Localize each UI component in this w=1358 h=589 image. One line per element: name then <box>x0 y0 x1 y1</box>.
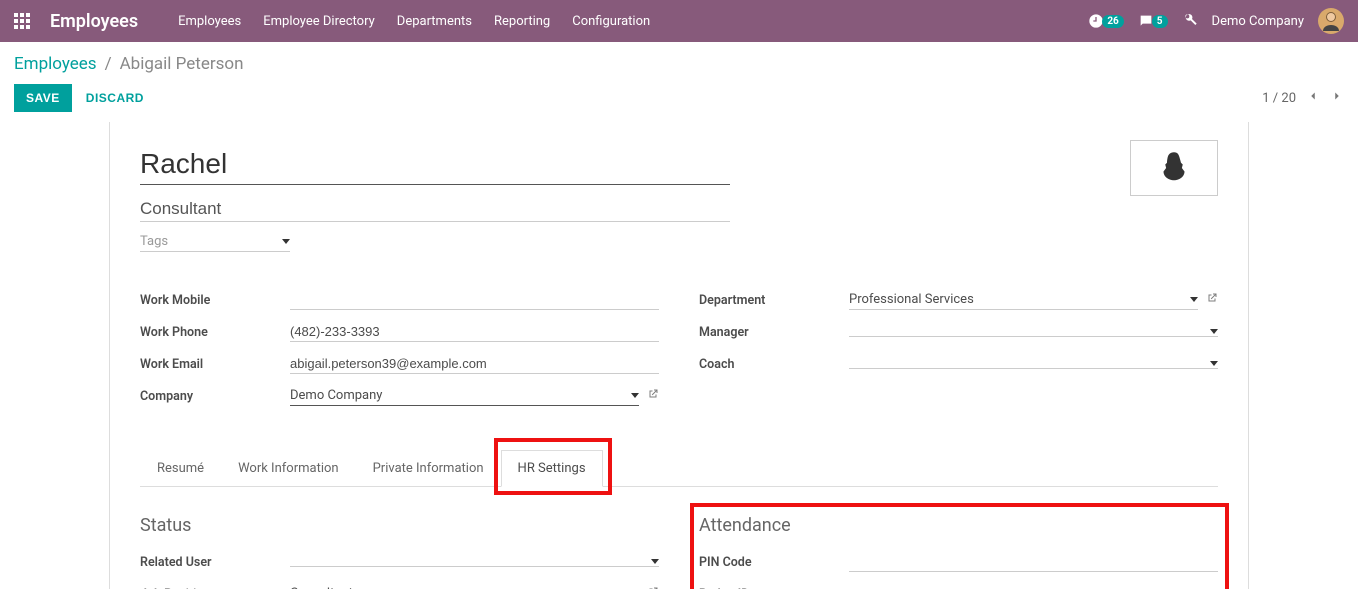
work-mobile-label: Work Mobile <box>140 293 290 308</box>
breadcrumb-current: Abigail Peterson <box>120 54 244 74</box>
menu-reporting[interactable]: Reporting <box>494 14 550 29</box>
menu-configuration[interactable]: Configuration <box>572 14 650 29</box>
messages-button[interactable]: 5 <box>1138 13 1168 29</box>
company-select[interactable]: Demo Company <box>290 386 639 406</box>
activity-badge: 26 <box>1102 15 1123 28</box>
coach-label: Coach <box>699 357 849 372</box>
pin-code-label: PIN Code <box>699 555 849 570</box>
status-heading: Status <box>140 515 659 536</box>
external-link-icon <box>1206 292 1218 304</box>
person-silhouette-icon <box>1153 147 1195 189</box>
tab-work-information[interactable]: Work Information <box>221 450 356 486</box>
right-column: Department Professional Services Manager <box>699 288 1218 416</box>
pager: 1 / 20 <box>1262 89 1344 107</box>
pager-text: 1 / 20 <box>1262 91 1296 106</box>
discard-button[interactable]: DISCARD <box>86 91 144 105</box>
caret-down-icon <box>631 393 639 398</box>
employee-name-input[interactable] <box>140 146 730 185</box>
user-avatar[interactable] <box>1318 8 1344 34</box>
pager-prev[interactable] <box>1306 89 1320 107</box>
department-label: Department <box>699 293 849 308</box>
company-label: Company <box>140 389 290 404</box>
dev-tools-button[interactable] <box>1182 11 1198 31</box>
main-viewport[interactable]: Employees / Abigail Peterson SAVE DISCAR… <box>0 42 1358 589</box>
left-column: Work Mobile Work Phone Work Email Compan… <box>140 288 659 416</box>
wrench-icon <box>1182 11 1198 27</box>
main-menu: Employees Employee Directory Departments… <box>178 14 650 29</box>
badge-id-input[interactable] <box>849 584 1156 589</box>
department-external-link[interactable] <box>1206 292 1218 308</box>
breadcrumb: Employees / Abigail Peterson <box>0 42 1358 78</box>
tags-select[interactable]: Tags <box>140 232 290 252</box>
pin-code-input[interactable] <box>849 552 1218 572</box>
menu-departments[interactable]: Departments <box>397 14 472 29</box>
external-link-icon <box>647 388 659 400</box>
work-phone-input[interactable] <box>290 322 659 342</box>
related-user-select[interactable] <box>290 557 659 567</box>
related-user-label: Related User <box>140 555 290 570</box>
job-position-select[interactable]: Consultant <box>290 584 639 589</box>
breadcrumb-root[interactable]: Employees <box>14 54 97 74</box>
work-email-label: Work Email <box>140 357 290 372</box>
tab-resume[interactable]: Resumé <box>140 450 221 486</box>
chevron-left-icon <box>1306 89 1320 103</box>
attendance-heading: Attendance <box>699 515 1218 536</box>
company-external-link[interactable] <box>647 388 659 404</box>
avatar-icon <box>1319 9 1343 33</box>
top-nav: Employees Employees Employee Directory D… <box>0 0 1358 42</box>
employee-photo[interactable] <box>1130 140 1218 196</box>
attendance-section: Attendance PIN Code Badge ID Generate <box>699 515 1218 589</box>
caret-down-icon <box>1190 297 1198 302</box>
coach-select[interactable] <box>849 359 1218 369</box>
department-value: Professional Services <box>849 292 1190 307</box>
company-value: Demo Company <box>290 388 631 403</box>
company-switcher[interactable]: Demo Company <box>1212 14 1304 29</box>
work-mobile-input[interactable] <box>290 290 659 310</box>
pager-next[interactable] <box>1330 89 1344 107</box>
caret-down-icon <box>651 559 659 564</box>
caret-down-icon <box>1210 361 1218 366</box>
brand-title: Employees <box>50 11 138 32</box>
breadcrumb-sep: / <box>105 54 112 74</box>
manager-select[interactable] <box>849 327 1218 337</box>
manager-label: Manager <box>699 325 849 340</box>
tab-bar: Resumé Work Information Private Informat… <box>140 450 1218 487</box>
menu-employee-directory[interactable]: Employee Directory <box>263 14 375 29</box>
work-phone-label: Work Phone <box>140 325 290 340</box>
apps-icon[interactable] <box>14 13 30 29</box>
tab-private-information[interactable]: Private Information <box>356 450 501 486</box>
department-select[interactable]: Professional Services <box>849 290 1198 310</box>
tab-hr-settings[interactable]: HR Settings <box>501 450 603 487</box>
form-sheet: Tags Work Mobile Work Phone Work Email <box>109 122 1249 589</box>
menu-employees[interactable]: Employees <box>178 14 241 29</box>
tags-placeholder: Tags <box>140 234 168 249</box>
status-section: Status Related User Job Position Consult… <box>140 515 659 589</box>
caret-down-icon <box>1210 329 1218 334</box>
control-bar: SAVE DISCARD 1 / 20 <box>0 78 1358 122</box>
chevron-right-icon <box>1330 89 1344 103</box>
job-title-input[interactable] <box>140 193 730 222</box>
activity-button[interactable]: 26 <box>1088 13 1123 29</box>
save-button[interactable]: SAVE <box>14 84 72 112</box>
nav-right: 26 5 Demo Company <box>1088 8 1344 34</box>
work-email-input[interactable] <box>290 354 659 374</box>
caret-down-icon <box>282 239 290 244</box>
messages-badge: 5 <box>1152 15 1168 28</box>
